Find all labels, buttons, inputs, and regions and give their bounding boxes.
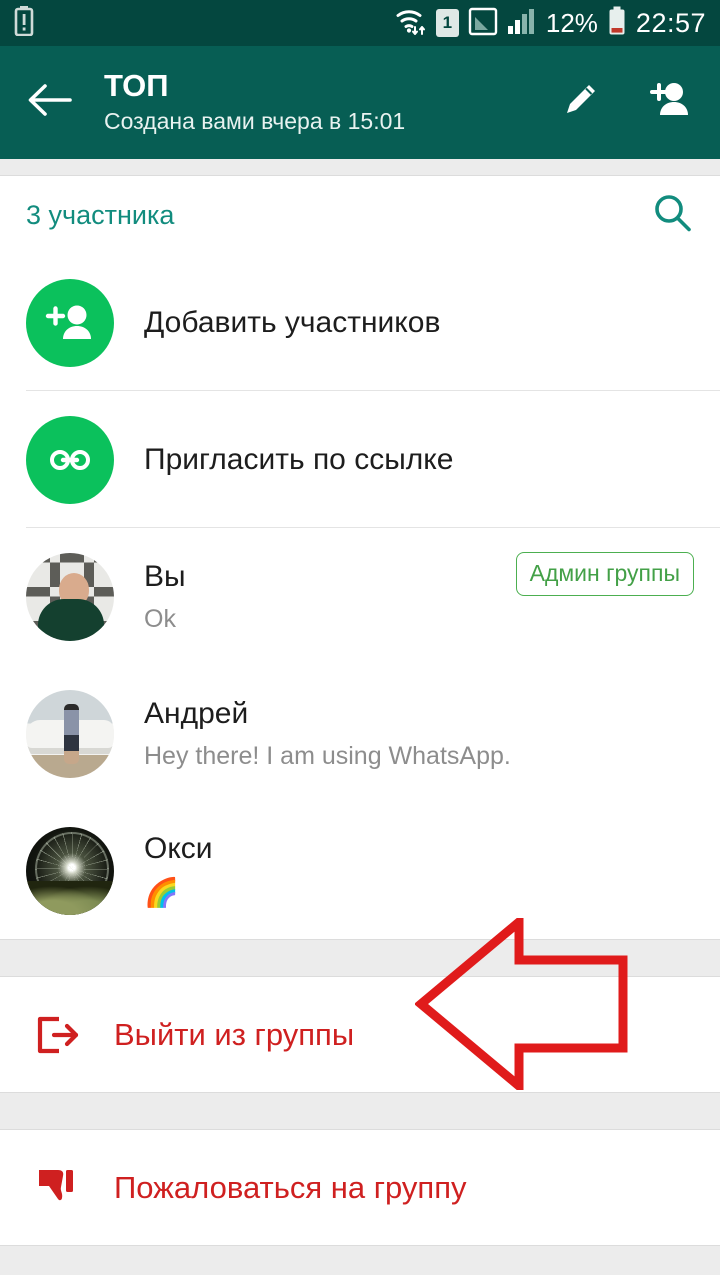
battery-percent-label: 12% <box>545 7 598 38</box>
report-group-row[interactable]: Пожаловаться на группу <box>0 1130 720 1245</box>
action-row-body: Пригласить по ссылке <box>144 443 694 477</box>
app-bar-actions <box>560 80 690 125</box>
avatar <box>26 826 114 915</box>
link-icon <box>50 449 90 470</box>
section-spacer-top <box>0 159 720 176</box>
action-row-invite-link[interactable]: Пригласить по ссылке <box>0 391 720 528</box>
group-subtitle: Создана вами вчера в 15:01 <box>104 107 406 134</box>
app-bar-titles: ТОП Создана вами вчера в 15:01 <box>104 68 560 137</box>
member-row-you[interactable]: Вы Ok Админ группы <box>0 528 720 665</box>
sim-card-indicator: 1 <box>435 9 459 37</box>
add-person-circle <box>26 278 114 367</box>
action-row-body: Добавить участников <box>144 306 694 340</box>
member-info: Окси 🌈 <box>144 831 694 910</box>
report-group-label: Пожаловаться на группу <box>114 1169 467 1205</box>
participants-header: 3 участника <box>0 176 720 254</box>
section-spacer-3 <box>0 1245 720 1275</box>
exit-group-label: Выйти из группы <box>114 1016 355 1052</box>
member-name: Вы <box>144 560 186 593</box>
member-status: Ok <box>144 605 176 633</box>
link-circle <box>26 415 114 504</box>
action-row-add-members[interactable]: Добавить участников <box>0 254 720 391</box>
avatar <box>26 689 114 778</box>
exit-group-icon <box>34 1013 96 1057</box>
member-status: 🌈 <box>144 877 179 909</box>
member-info: Андрей Hey there! I am using WhatsApp. <box>144 696 694 771</box>
pencil-icon[interactable] <box>560 80 600 125</box>
member-status: Hey there! I am using WhatsApp. <box>144 742 511 770</box>
back-button[interactable] <box>26 81 82 124</box>
clock-label: 22:57 <box>635 7 706 38</box>
status-bar: 1 12% 22:57 <box>0 0 720 46</box>
avatar <box>26 552 114 641</box>
member-name: Андрей <box>144 697 249 730</box>
member-row-oksi[interactable]: Окси 🌈 <box>0 802 720 939</box>
battery-alert-icon <box>14 5 34 41</box>
add-person-icon <box>45 305 91 339</box>
signal-bars-icon <box>507 6 537 41</box>
section-spacer-1 <box>0 939 720 977</box>
add-members-label: Добавить участников <box>144 305 441 339</box>
section-spacer-2 <box>0 1092 720 1130</box>
group-title: ТОП <box>104 68 169 104</box>
search-icon[interactable] <box>650 191 694 240</box>
status-badge: Админ группы <box>515 552 694 596</box>
exit-group-row[interactable]: Выйти из группы <box>0 977 720 1092</box>
member-row-andrey[interactable]: Андрей Hey there! I am using WhatsApp. <box>0 665 720 802</box>
battery-low-icon <box>607 6 627 41</box>
add-person-icon[interactable] <box>644 80 690 125</box>
back-arrow-icon <box>26 81 72 124</box>
wifi-transfer-icon <box>395 6 427 41</box>
member-name: Окси <box>144 832 213 866</box>
thumbs-down-icon <box>34 1165 96 1211</box>
invite-link-label: Пригласить по ссылке <box>144 442 454 476</box>
participant-count-label: 3 участника <box>26 199 175 230</box>
status-bar-left <box>14 5 34 41</box>
app-bar: ТОП Создана вами вчера в 15:01 <box>0 46 720 159</box>
member-info: Вы Ok <box>144 559 516 634</box>
status-bar-right: 1 12% 22:57 <box>395 6 706 41</box>
signal-weak-icon <box>468 6 498 41</box>
